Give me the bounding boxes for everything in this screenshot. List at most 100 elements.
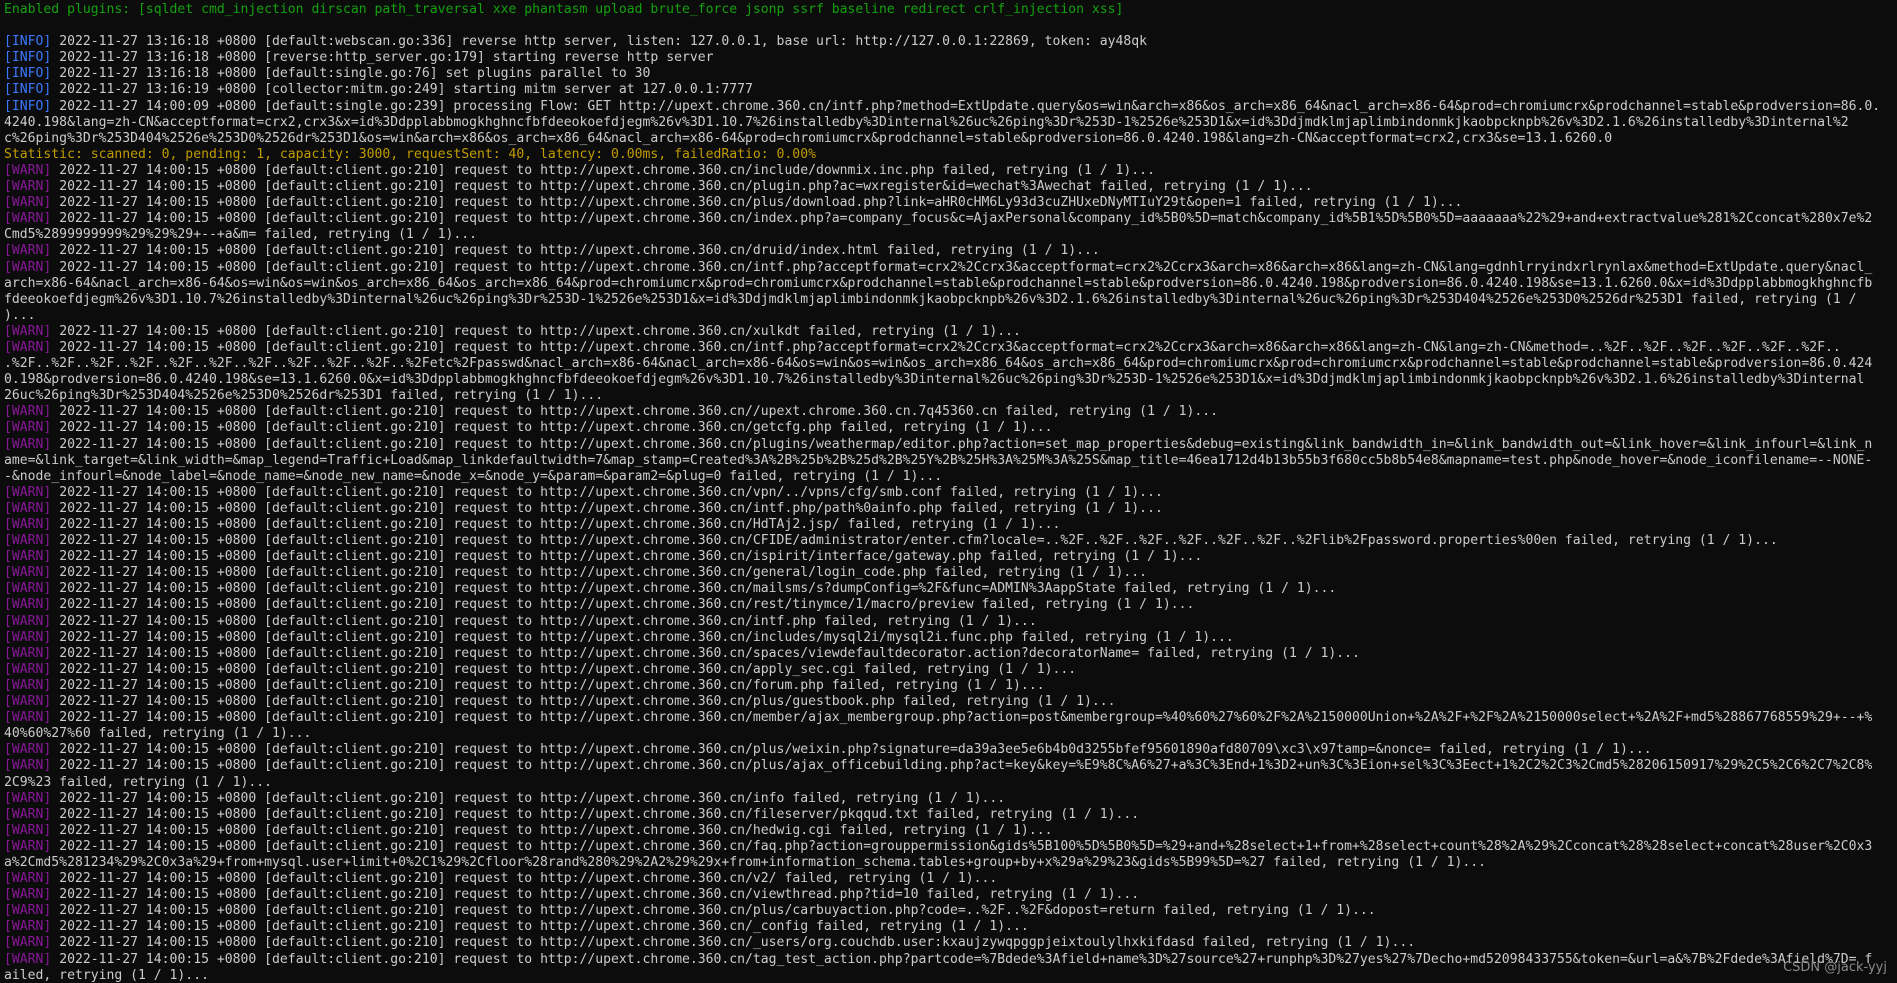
log-message: 2022-11-27 14:00:15 +0800 [default:clien… <box>51 581 1337 597</box>
log-message: 2022-11-27 14:00:15 +0800 [default:clien… <box>51 565 1148 581</box>
log-message: 2022-11-27 14:00:15 +0800 [default:clien… <box>51 500 1163 516</box>
warn-level-tag: [WARN] <box>4 742 52 758</box>
log-message: 2022-11-27 13:16:18 +0800 [reverse:http_… <box>51 50 714 66</box>
warn-level-tag: [WARN] <box>4 484 52 500</box>
log-message: 2022-11-27 14:00:15 +0800 [default:clien… <box>51 533 1778 549</box>
log-line-warn: [WARN] 2022-11-27 14:00:15 +0800 [defaul… <box>4 581 1897 597</box>
terminal-window[interactable]: Enabled plugins: [sqldet cmd_injection d… <box>0 0 1897 983</box>
warn-level-tag: [WARN] <box>4 871 52 887</box>
warn-level-tag: [WARN] <box>4 951 52 967</box>
log-line-warn: [WARN] 2022-11-27 14:00:15 +0800 [defaul… <box>4 823 1897 839</box>
log-line-warn: [WARN] 2022-11-27 14:00:15 +0800 [defaul… <box>4 549 1897 565</box>
log-line-warn: [WARN] 2022-11-27 14:00:15 +0800 [defaul… <box>4 887 1897 903</box>
warn-level-tag: [WARN] <box>4 565 52 581</box>
warn-level-tag: [WARN] <box>4 806 52 822</box>
log-line-warn: [WARN] 2022-11-27 14:00:15 +0800 [defaul… <box>4 340 1897 356</box>
warn-level-tag: [WARN] <box>4 694 52 710</box>
log-line-warn: [WARN] 2022-11-27 14:00:15 +0800 [defaul… <box>4 260 1897 276</box>
warn-level-tag: [WARN] <box>4 838 52 854</box>
warn-level-tag: [WARN] <box>4 661 52 677</box>
log-continuation: arch=x86-64&nacl_arch=x86-64&os=win&os=w… <box>4 275 1873 291</box>
warn-level-tag: [WARN] <box>4 500 52 516</box>
log-continuation: -&node_infourl=&node_label=&node_name=&n… <box>4 468 943 484</box>
log-message: 2022-11-27 14:00:15 +0800 [default:clien… <box>51 919 1029 935</box>
log-message: 2022-11-27 14:00:15 +0800 [default:clien… <box>51 613 1037 629</box>
info-level-tag: [INFO] <box>4 34 52 50</box>
warn-level-tag: [WARN] <box>4 259 52 275</box>
log-line-warn: [WARN] 2022-11-27 14:00:15 +0800 [defaul… <box>4 903 1897 919</box>
log-line-warn: [WARN] 2022-11-27 14:00:15 +0800 [defaul… <box>4 517 1897 533</box>
log-line-warn: [WARN] 2022-11-27 14:00:15 +0800 [defaul… <box>4 807 1897 823</box>
log-line-warn: [WARN] 2022-11-27 14:00:15 +0800 [defaul… <box>4 694 1897 710</box>
warn-level-tag: [WARN] <box>4 710 52 726</box>
log-message: 2022-11-27 14:00:15 +0800 [default:clien… <box>51 694 1116 710</box>
log-line-warn: [WARN] 2022-11-27 14:00:15 +0800 [defaul… <box>4 678 1897 694</box>
log-message: 2022-11-27 13:16:18 +0800 [default:websc… <box>51 34 1148 50</box>
log-message: 2022-11-27 14:00:15 +0800 [default:clien… <box>51 790 1006 806</box>
log-line-warn: [WARN] 2022-11-27 14:00:15 +0800 [defaul… <box>4 195 1897 211</box>
log-line-warn: [WARN] 2022-11-27 14:00:15 +0800 [defaul… <box>4 614 1897 630</box>
log-message: 2022-11-27 14:00:15 +0800 [default:clien… <box>51 710 1873 726</box>
warn-level-tag: [WARN] <box>4 645 52 661</box>
log-message: 2022-11-27 14:00:15 +0800 [default:clien… <box>51 195 1463 211</box>
info-level-tag: [INFO] <box>4 50 52 66</box>
log-line-warn: [WARN] 2022-11-27 14:00:15 +0800 [defaul… <box>4 952 1897 968</box>
info-level-tag: [INFO] <box>4 98 52 114</box>
log-message: 2022-11-27 14:00:15 +0800 [default:clien… <box>51 822 1053 838</box>
log-message: 2022-11-27 14:00:15 +0800 [default:clien… <box>51 436 1873 452</box>
log-line-warn: [WARN] 2022-11-27 14:00:15 +0800 [defaul… <box>4 533 1897 549</box>
log-line-warn: [WARN] 2022-11-27 14:00:15 +0800 [defaul… <box>4 597 1897 613</box>
warn-level-tag: [WARN] <box>4 195 52 211</box>
log-continuation: ailed, retrying (1 / 1)... <box>4 967 209 983</box>
log-message: 2022-11-27 14:00:15 +0800 [default:clien… <box>51 484 1163 500</box>
log-continuation: .%2F..%2F..%2F..%2F..%2F..%2F..%2F..%2F.… <box>4 356 1873 372</box>
log-message: 2022-11-27 14:00:15 +0800 [default:clien… <box>51 339 1841 355</box>
log-line-info: [INFO] 2022-11-27 13:16:18 +0800 [revers… <box>4 50 1897 66</box>
warn-level-tag: [WARN] <box>4 919 52 935</box>
log-message: 2022-11-27 14:00:15 +0800 [default:clien… <box>51 517 1061 532</box>
log-message: 2022-11-27 14:00:15 +0800 [default:clien… <box>51 420 1053 436</box>
log-line-warn: [WARN] 2022-11-27 14:00:15 +0800 [defaul… <box>4 710 1897 726</box>
log-continuation: fdeeokoefdjegm%26v%3D1.10.7%26installedb… <box>4 291 1857 307</box>
log-continuation: )... <box>4 307 36 323</box>
warn-level-tag: [WARN] <box>4 677 52 693</box>
log-line-warn: [WARN] 2022-11-27 14:00:15 +0800 [defaul… <box>4 211 1897 227</box>
info-level-tag: [INFO] <box>4 82 52 98</box>
log-message: 2022-11-27 14:00:15 +0800 [default:clien… <box>51 677 1045 693</box>
log-message: 2022-11-27 14:00:15 +0800 [default:clien… <box>51 935 1416 951</box>
log-continuation: c%26ping%3Dr%253D404%2526e%253D0%2526dr%… <box>4 130 1613 146</box>
log-line-info: [INFO] 2022-11-27 14:00:09 +0800 [defaul… <box>4 99 1897 115</box>
log-continuation: ame=&link_target=&link_width=&map_legend… <box>4 452 1873 468</box>
log-continuation: 26uc%26ping%3Dr%253D404%2526e%253D0%2526… <box>4 388 604 404</box>
warn-level-tag: [WARN] <box>4 629 52 645</box>
warn-level-tag: [WARN] <box>4 758 52 774</box>
log-message: 2022-11-27 14:00:15 +0800 [default:clien… <box>51 629 1234 645</box>
log-line-warn: [WARN] 2022-11-27 14:00:15 +0800 [defaul… <box>4 935 1897 951</box>
log-message: 2022-11-27 14:00:15 +0800 [default:clien… <box>51 162 1155 178</box>
log-line-warn: [WARN] 2022-11-27 14:00:15 +0800 [defaul… <box>4 919 1897 935</box>
warn-level-tag: [WARN] <box>4 179 52 195</box>
warn-level-tag: [WARN] <box>4 549 52 565</box>
warn-level-tag: [WARN] <box>4 533 52 549</box>
log-line-warn: [WARN] 2022-11-27 14:00:15 +0800 [defaul… <box>4 839 1897 855</box>
log-line-warn: [WARN] 2022-11-27 14:00:15 +0800 [defaul… <box>4 404 1897 420</box>
log-continuation: 4240.198&lang=zh-CN&acceptformat=crx2,cr… <box>4 114 1849 130</box>
enabled-plugins-line: Enabled plugins: [sqldet cmd_injection d… <box>4 2 1124 17</box>
warn-level-tag: [WARN] <box>4 339 52 355</box>
statistic-line: Statistic: scanned: 0, pending: 1, capac… <box>4 146 816 162</box>
log-line-warn: [WARN] 2022-11-27 14:00:15 +0800 [defaul… <box>4 758 1897 774</box>
warn-level-tag: [WARN] <box>4 597 52 613</box>
warn-level-tag: [WARN] <box>4 935 52 951</box>
log-message: 2022-11-27 14:00:15 +0800 [default:clien… <box>51 742 1652 758</box>
log-message: 2022-11-27 14:00:09 +0800 [default:singl… <box>51 98 1881 114</box>
warn-level-tag: [WARN] <box>4 162 52 178</box>
log-continuation: a%2Cmd5%281234%29%2C0x3a%29+from+mysql.u… <box>4 854 1487 870</box>
log-line-warn: [WARN] 2022-11-27 14:00:15 +0800 [defaul… <box>4 742 1897 758</box>
log-continuation: 2C9%23 failed, retrying (1 / 1)... <box>4 774 273 790</box>
log-message: 2022-11-27 14:00:15 +0800 [default:clien… <box>51 806 1140 822</box>
log-line-warn: [WARN] 2022-11-27 14:00:15 +0800 [defaul… <box>4 179 1897 195</box>
warn-level-tag: [WARN] <box>4 404 52 420</box>
log-message: 2022-11-27 14:00:15 +0800 [default:clien… <box>51 243 1100 259</box>
log-line-info: [INFO] 2022-11-27 13:16:18 +0800 [defaul… <box>4 34 1897 50</box>
warn-level-tag: [WARN] <box>4 790 52 806</box>
